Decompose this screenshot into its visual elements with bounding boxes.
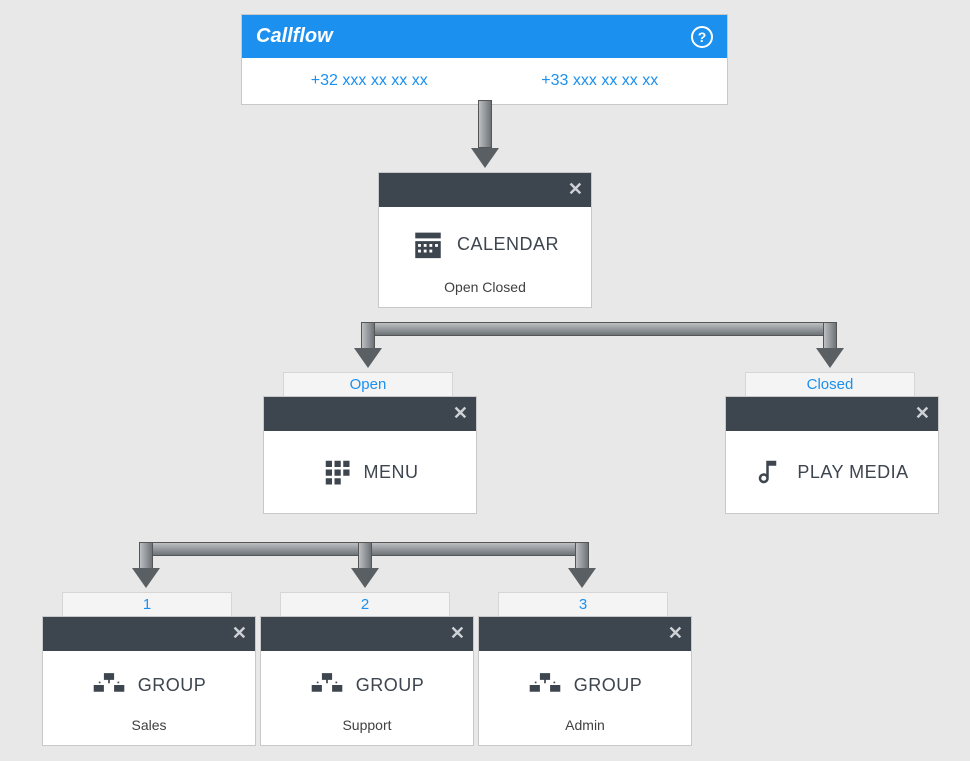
node-header: ✕: [261, 617, 473, 651]
group-icon: [528, 671, 562, 699]
node-body: MENU: [264, 431, 476, 513]
calendar-node[interactable]: ✕ CALENDAR Open Closed: [378, 172, 592, 308]
node-subtitle: Support: [261, 711, 473, 745]
connector: [139, 542, 153, 570]
node-subtitle: Admin: [479, 711, 691, 745]
close-icon[interactable]: ✕: [453, 403, 468, 424]
node-label: PLAY MEDIA: [797, 462, 908, 483]
phone-number[interactable]: +32 xxx xx xx xx: [311, 72, 428, 90]
connector: [478, 100, 492, 148]
group-node[interactable]: ✕ GROUP Support: [260, 616, 474, 746]
node-body: CALENDAR: [379, 207, 591, 273]
music-note-icon: [755, 457, 785, 487]
node-body: GROUP: [479, 651, 691, 711]
node-body: GROUP: [261, 651, 473, 711]
node-label: MENU: [364, 462, 419, 483]
connector: [358, 542, 372, 570]
node-label: CALENDAR: [457, 234, 559, 255]
callflow-title: Callflow: [256, 25, 333, 48]
close-icon[interactable]: ✕: [232, 623, 247, 644]
callflow-numbers: +32 xxx xx xx xx +33 xxx xx xx xx: [242, 58, 727, 104]
branch-tab-closed[interactable]: Closed: [745, 372, 915, 397]
close-icon[interactable]: ✕: [915, 403, 930, 424]
callflow-root-card: Callflow ? +32 xxx xx xx xx +33 xxx xx x…: [241, 14, 728, 105]
node-label: GROUP: [356, 675, 425, 696]
node-header: ✕: [264, 397, 476, 431]
node-body: GROUP: [43, 651, 255, 711]
connector: [823, 322, 837, 350]
close-icon[interactable]: ✕: [668, 623, 683, 644]
group-icon: [92, 671, 126, 699]
help-icon[interactable]: ?: [691, 26, 713, 48]
arrowhead-icon: [568, 568, 596, 588]
node-subtitle: Open Closed: [379, 273, 591, 307]
close-icon[interactable]: ✕: [568, 179, 583, 200]
branch-tab-3[interactable]: 3: [498, 592, 668, 617]
node-header: ✕: [479, 617, 691, 651]
group-icon: [310, 671, 344, 699]
menu-node[interactable]: ✕ MENU: [263, 396, 477, 514]
callflow-titlebar: Callflow ?: [242, 15, 727, 58]
connector: [361, 322, 837, 336]
branch-tab-2[interactable]: 2: [280, 592, 450, 617]
node-header: ✕: [726, 397, 938, 431]
arrowhead-icon: [351, 568, 379, 588]
node-body: PLAY MEDIA: [726, 431, 938, 513]
arrowhead-icon: [471, 148, 499, 168]
node-header: ✕: [379, 173, 591, 207]
phone-number[interactable]: +33 xxx xx xx xx: [541, 72, 658, 90]
branch-tab-open[interactable]: Open: [283, 372, 453, 397]
close-icon[interactable]: ✕: [450, 623, 465, 644]
node-label: GROUP: [138, 675, 207, 696]
arrowhead-icon: [132, 568, 160, 588]
branch-tab-1[interactable]: 1: [62, 592, 232, 617]
arrowhead-icon: [816, 348, 844, 368]
group-node[interactable]: ✕ GROUP Admin: [478, 616, 692, 746]
calendar-icon: [411, 227, 445, 261]
menu-grid-icon: [322, 457, 352, 487]
connector: [361, 322, 375, 350]
connector: [575, 542, 589, 570]
arrowhead-icon: [354, 348, 382, 368]
node-label: GROUP: [574, 675, 643, 696]
group-node[interactable]: ✕ GROUP Sales: [42, 616, 256, 746]
node-subtitle: Sales: [43, 711, 255, 745]
node-header: ✕: [43, 617, 255, 651]
playmedia-node[interactable]: ✕ PLAY MEDIA: [725, 396, 939, 514]
